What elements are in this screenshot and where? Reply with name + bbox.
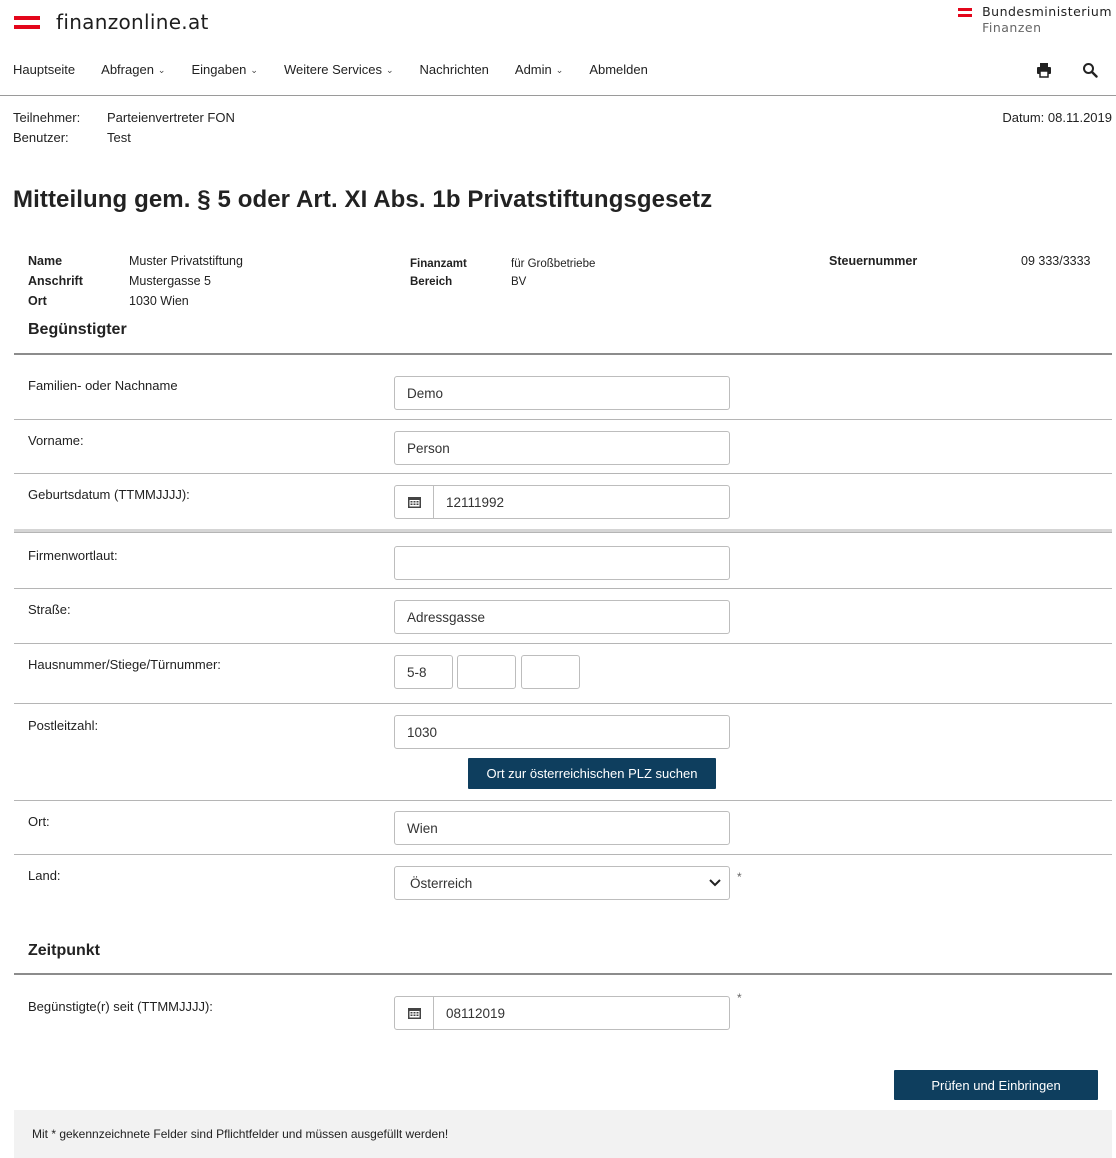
nav-item-hauptseite[interactable]: Hauptseite [13,62,75,77]
austria-flag-icon [14,14,40,30]
ministry-flag-icon [958,8,973,18]
nachname-label: Familien- oder Nachname [28,378,178,393]
divider [14,588,1112,589]
geburtsdatum-input[interactable]: 12111992 [394,485,730,519]
finanzamt-value: für Großbetriebe [511,258,596,270]
divider [14,854,1112,855]
current-date: Datum: 08.11.2019 [1002,110,1112,125]
ministry-line1: Bundesministerium [982,4,1112,19]
search-icon[interactable] [1082,62,1098,78]
chevron-down-icon: ⌄ [385,65,394,75]
divider [14,703,1112,704]
teilnehmer-label: Teilnehmer: [13,110,81,125]
ort-field-label: Ort: [28,814,50,829]
divider [14,473,1112,474]
required-marker: * [737,991,742,1005]
nav-item-abfragen[interactable]: Abfragen ⌄ [101,62,165,77]
brand-logo[interactable]: finanzonline.at [14,8,209,36]
session-meta: Teilnehmer: Parteienvertreter FON Benutze… [13,108,235,148]
firmenwortlaut-input[interactable] [394,546,730,580]
plz-search-button[interactable]: Ort zur österreichischen PLZ suchen [468,758,716,789]
footer-note: Mit * gekennzeichnete Felder sind Pflich… [14,1110,1112,1158]
firmenwortlaut-label: Firmenwortlaut: [28,548,118,563]
chevron-down-icon: ⌄ [157,65,166,75]
ort-input[interactable]: Wien [394,811,730,845]
land-select[interactable]: Österreich [394,866,730,900]
strasse-label: Straße: [28,602,71,617]
vorname-label: Vorname: [28,433,84,448]
ort-label: Ort [28,294,47,308]
benutzer-label: Benutzer: [13,130,69,145]
divider [14,643,1112,644]
calendar-icon[interactable] [395,486,434,518]
benutzer-value: Test [107,130,131,145]
chevron-down-icon [709,876,721,890]
ministry-logo: Bundesministerium Finanzen [958,4,1112,36]
calendar-icon[interactable] [395,997,434,1029]
anschrift-label: Anschrift [28,274,83,288]
nav-item-abmelden[interactable]: Abmelden [589,62,648,77]
nav-item-nachrichten[interactable]: Nachrichten [420,62,489,77]
tuernummer-input[interactable] [521,655,580,689]
beguenstigt-seit-label: Begünstigte(r) seit (TTMMJJJJ): [28,999,213,1014]
ort-value: 1030 Wien [129,294,189,308]
tax-office-info: Finanzamt für Großbetriebe Bereich BV [410,255,595,291]
nav-item-weitere-services[interactable]: Weitere Services ⌄ [284,62,394,77]
print-icon[interactable] [1036,62,1052,78]
tax-number-info: Steuernummer 09 333/3333 [829,251,1091,271]
divider [14,529,1112,533]
name-label: Name [28,254,63,268]
main-nav: Hauptseite Abfragen ⌄ Eingaben ⌄ Weitere S… [0,56,1116,96]
divider [14,800,1112,801]
divider [14,419,1112,420]
page-title: Mitteilung gem. § 5 oder Art. XI Abs. 1b… [13,186,713,213]
geburtsdatum-label: Geburtsdatum (TTMMJJJJ): [28,487,190,502]
nachname-input[interactable]: Demo [394,376,730,410]
land-label: Land: [28,868,61,883]
hausnummer-input[interactable]: 5-8 [394,655,453,689]
vorname-input[interactable]: Person [394,431,730,465]
hausnummer-label: Hausnummer/Stiege/Türnummer: [28,657,221,672]
divider [14,353,1112,355]
bereich-value: BV [511,276,527,288]
plz-input[interactable]: 1030 [394,715,730,749]
finanzamt-label: Finanzamt [410,258,467,270]
nav-item-eingaben[interactable]: Eingaben ⌄ [191,62,258,77]
ministry-line2: Finanzen [982,20,1042,35]
teilnehmer-value: Parteienvertreter FON [107,110,235,125]
name-value: Muster Privatstiftung [129,254,243,268]
bereich-label: Bereich [410,276,453,288]
steuernummer-label: Steuernummer [829,254,918,268]
divider [14,973,1112,975]
beguenstigt-seit-input[interactable]: 08112019 [394,996,730,1030]
chevron-down-icon: ⌄ [250,65,258,75]
section-title-zeitpunkt: Zeitpunkt [28,942,100,959]
foundation-info: Name Muster Privatstiftung Anschrift Muste… [28,251,243,311]
steuernummer-value: 09 333/3333 [1021,254,1091,268]
section-title-beguenstigter: Begünstigter [28,321,127,338]
brand-name: finanzonline.at [56,10,209,34]
submit-button[interactable]: Prüfen und Einbringen [894,1070,1098,1100]
nav-item-admin[interactable]: Admin ⌄ [515,62,563,77]
stiege-input[interactable] [457,655,516,689]
strasse-input[interactable]: Adressgasse [394,600,730,634]
anschrift-value: Mustergasse 5 [129,274,211,288]
plz-label: Postleitzahl: [28,718,99,733]
required-marker: * [737,870,742,884]
chevron-down-icon: ⌄ [555,65,564,75]
